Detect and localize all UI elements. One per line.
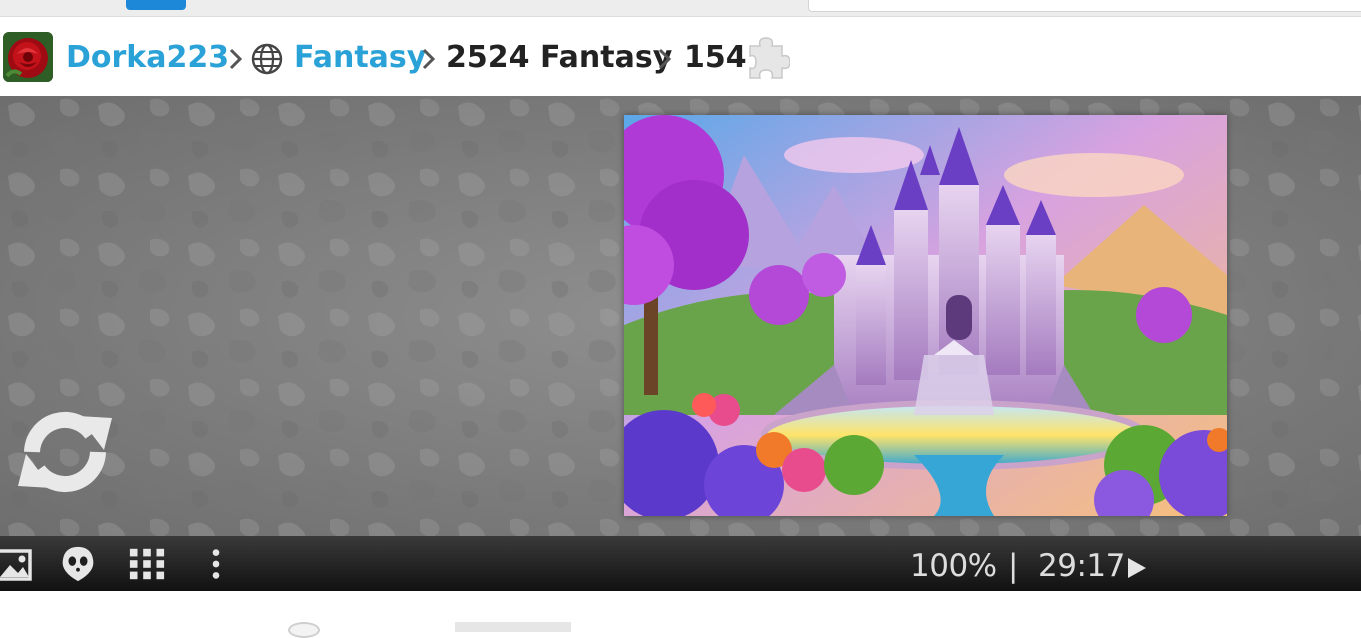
chevron-right-icon [658, 48, 672, 70]
status-separator: | [1008, 548, 1019, 584]
breadcrumb-puzzle-title: 2524 Fantasy [446, 40, 673, 75]
browser-tab-button[interactable] [126, 0, 186, 10]
breadcrumb-piece-count: 154 [684, 40, 747, 75]
image-icon[interactable] [0, 545, 32, 583]
partial-panel [455, 622, 571, 632]
ghost-icon[interactable] [58, 545, 98, 583]
globe-icon [251, 43, 283, 75]
rose-avatar-icon[interactable] [3, 32, 53, 82]
more-vertical-icon[interactable] [206, 545, 226, 583]
elapsed-timer: 29:17 [1038, 548, 1125, 584]
puzzle-piece-icon [749, 37, 790, 79]
puzzle-preview-image [624, 115, 1227, 516]
address-bar[interactable] [808, 0, 1361, 12]
partial-control [288, 622, 320, 638]
refresh-icon[interactable] [14, 406, 116, 498]
breadcrumb-user-link[interactable]: Dorka223 [66, 40, 229, 76]
grid-icon[interactable] [127, 545, 167, 583]
chevron-right-icon [422, 48, 436, 70]
puzzle-board[interactable] [0, 96, 1361, 536]
puzzle-toolbar: 100% | 29:17 [0, 536, 1361, 591]
browser-top-strip [0, 0, 1361, 17]
breadcrumb-category-link[interactable]: Fantasy [294, 40, 426, 76]
breadcrumb: Dorka223 Fantasy 2524 Fantasy 154 [0, 30, 1361, 86]
chevron-right-icon [229, 48, 243, 70]
zoom-level[interactable]: 100% [910, 548, 997, 584]
play-icon[interactable] [1126, 556, 1148, 580]
